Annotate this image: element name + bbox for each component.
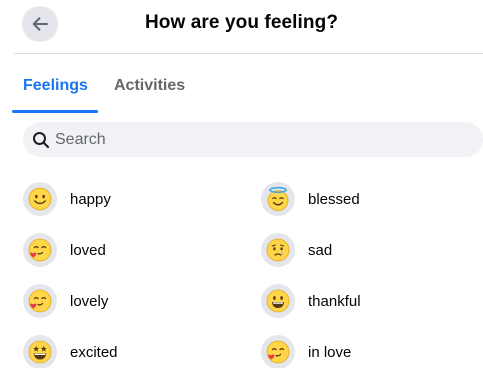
feeling-item-thankful[interactable]: thankful — [261, 284, 361, 318]
active-tab-indicator — [12, 110, 98, 113]
heart-kiss-emoji-icon — [23, 284, 57, 318]
tab-activities[interactable]: Activities — [114, 77, 185, 95]
page-title: How are you feeling? — [144, 12, 339, 33]
search-box[interactable] — [23, 122, 483, 157]
feeling-label: thankful — [308, 292, 361, 310]
happy-emoji-icon — [23, 182, 57, 216]
feeling-label: blessed — [308, 190, 360, 208]
star-eyes-emoji-icon — [23, 335, 57, 368]
feeling-label: loved — [70, 241, 106, 259]
feeling-item-sad[interactable]: sad — [261, 233, 332, 267]
header: How are you feeling? — [0, 0, 483, 54]
search-icon — [32, 131, 50, 149]
feeling-item-lovely[interactable]: lovely — [23, 284, 108, 318]
search-input[interactable] — [55, 130, 455, 149]
halo-emoji-icon — [261, 182, 295, 216]
feeling-picker: How are you feeling? Feelings Activities — [0, 0, 483, 368]
feeling-label: happy — [70, 190, 111, 208]
sad-emoji-icon — [261, 233, 295, 267]
feeling-item-excited[interactable]: excited — [23, 335, 118, 368]
tab-bar: Feelings Activities — [0, 54, 483, 114]
feeling-item-happy[interactable]: happy — [23, 182, 111, 216]
feeling-label: sad — [308, 241, 333, 259]
heart-kiss-emoji-icon — [261, 335, 295, 368]
tab-feelings[interactable]: Feelings — [23, 77, 88, 95]
grin-emoji-icon — [261, 284, 295, 318]
feeling-label: lovely — [70, 292, 109, 310]
feeling-item-in-love[interactable]: in love — [261, 335, 351, 368]
feeling-label: in love — [308, 343, 352, 361]
heart-kiss-emoji-icon — [23, 233, 57, 267]
feeling-item-loved[interactable]: loved — [23, 233, 106, 267]
feeling-item-blessed[interactable]: blessed — [261, 182, 360, 216]
feeling-label: excited — [70, 343, 118, 361]
